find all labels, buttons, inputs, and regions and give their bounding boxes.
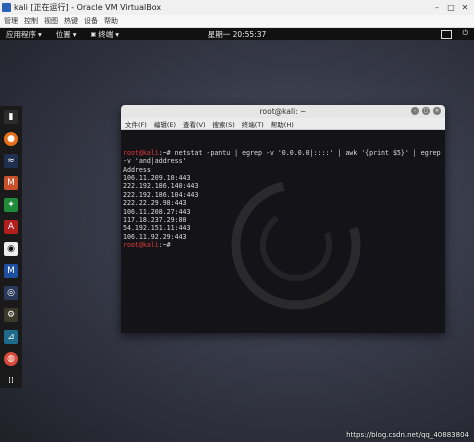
menu-help[interactable]: 帮助: [104, 16, 118, 26]
minimize-icon[interactable]: –: [430, 1, 444, 13]
kali-top-panel: 应用程序 ▾ 位置 ▾ ▣ 终端 ▾ 星期一 20:55:37 ⏻: [0, 28, 474, 40]
menu-control[interactable]: 控制: [24, 16, 38, 26]
power-icon[interactable]: ⏻: [462, 29, 468, 38]
close-icon[interactable]: ✕: [433, 107, 441, 115]
chevron-down-icon: ▾: [115, 29, 119, 39]
virtualbox-titlebar: kali [正在运行] - Oracle VM VirtualBox – □ ✕: [0, 0, 474, 15]
applications-menu[interactable]: 应用程序 ▾: [6, 29, 42, 40]
terminal-menu-file[interactable]: 文件(F): [125, 119, 147, 129]
menu-hotkeys[interactable]: 热键: [64, 16, 78, 26]
close-icon[interactable]: ✕: [458, 1, 472, 13]
minimize-icon[interactable]: –: [411, 107, 419, 115]
output-line: 106.11.208.27:443: [123, 207, 191, 216]
screen-icon[interactable]: [441, 30, 452, 39]
network-icon[interactable]: ⊿: [4, 330, 18, 344]
menu-view[interactable]: 视图: [44, 16, 58, 26]
virtualbox-icon: [2, 3, 11, 12]
command-line: root@kali:~# netstat -pantu | egrep -v '…: [123, 149, 441, 166]
output-line: 117.18.237.29:80: [123, 216, 187, 225]
terminal-label: 终端: [98, 29, 114, 39]
output-line: 222.22.29.98:443: [123, 199, 187, 208]
prompt-suffix: :~#: [158, 148, 175, 157]
show-apps-icon[interactable]: ⁞⁞: [4, 374, 18, 388]
chevron-down-icon: ▾: [38, 29, 42, 39]
terminal-icon: ▣: [90, 30, 97, 38]
window-title: kali [正在运行] - Oracle VM VirtualBox: [14, 3, 162, 12]
dock: ▮ ● ≈ M ✦ A ◉ M ◎ ⚙ ⊿ ◍ ⁞⁞: [0, 106, 22, 388]
menu-devices[interactable]: 设备: [84, 16, 98, 26]
maltego-icon[interactable]: ✦: [4, 198, 18, 212]
output-line: 54.192.151.11:443: [123, 224, 191, 233]
terminal-window-controls: – □ ✕: [411, 107, 441, 115]
terminal-icon[interactable]: ▮: [4, 110, 18, 124]
terminal-output[interactable]: root@kali:~# netstat -pantu | egrep -v '…: [121, 130, 445, 333]
watermark: https://blog.csdn.net/qq_40883804: [346, 431, 469, 439]
chrome-icon[interactable]: ◍: [4, 352, 18, 366]
terminal-menu-view[interactable]: 查看(V): [183, 119, 206, 129]
output-line: 222.192.186.140:443: [123, 182, 199, 191]
vm-screen: 应用程序 ▾ 位置 ▾ ▣ 终端 ▾ 星期一 20:55:37 ⏻ ▮ ● ≈ M ✦ …: [0, 28, 474, 442]
gear-icon[interactable]: ⚙: [4, 308, 18, 322]
prompt: root@kali: [123, 148, 159, 157]
kali-dragon-icon[interactable]: ≈: [4, 154, 18, 168]
maximize-icon[interactable]: □: [422, 107, 430, 115]
window-controls: – □ ✕: [430, 1, 472, 13]
eye-icon[interactable]: ◎: [4, 286, 18, 300]
chevron-down-icon: ▾: [72, 29, 77, 39]
prompt: root@kali: [123, 241, 159, 250]
places-label: 位置: [55, 29, 71, 39]
metasploit-icon[interactable]: M: [4, 176, 18, 190]
places-menu[interactable]: 位置 ▾: [56, 29, 77, 40]
terminal-window[interactable]: root@kali: ~ – □ ✕ 文件(F) 编辑(E) 查看(V) 搜索(…: [121, 105, 445, 333]
maltego-m-icon[interactable]: M: [4, 264, 18, 278]
terminal-menubar: 文件(F) 编辑(E) 查看(V) 搜索(S) 终端(T) 帮助(H): [121, 118, 445, 130]
prompt-suffix: :~#: [158, 241, 175, 250]
output-line: 106.11.92.29:443: [123, 232, 187, 241]
terminal-menu-edit[interactable]: 编辑(E): [154, 119, 176, 129]
virtualbox-menubar: 管理 控制 视图 热键 设备 帮助: [0, 15, 474, 28]
terminal-menu-search[interactable]: 搜索(S): [213, 119, 235, 129]
terminal-menu-help[interactable]: 帮助(H): [271, 119, 294, 129]
output-line: Address: [123, 165, 151, 174]
applications-label: 应用程序: [6, 29, 36, 39]
armitage-icon[interactable]: A: [4, 220, 18, 234]
output-line: 106.11.209.10:443: [123, 174, 191, 183]
maximize-icon[interactable]: □: [444, 1, 458, 13]
terminal-titlebar[interactable]: root@kali: ~ – □ ✕: [121, 105, 445, 118]
prompt-line: root@kali:~#: [123, 241, 443, 249]
terminal-app-menu[interactable]: ▣ 终端 ▾: [91, 29, 119, 40]
firefox-icon[interactable]: ●: [4, 132, 18, 146]
terminal-menu-terminal[interactable]: 终端(T): [242, 119, 264, 129]
menu-manage[interactable]: 管理: [4, 16, 18, 26]
burpsuite-icon[interactable]: ◉: [4, 242, 18, 256]
output-line: 222.192.186.104:443: [123, 190, 199, 199]
terminal-title: root@kali: ~: [259, 107, 307, 116]
